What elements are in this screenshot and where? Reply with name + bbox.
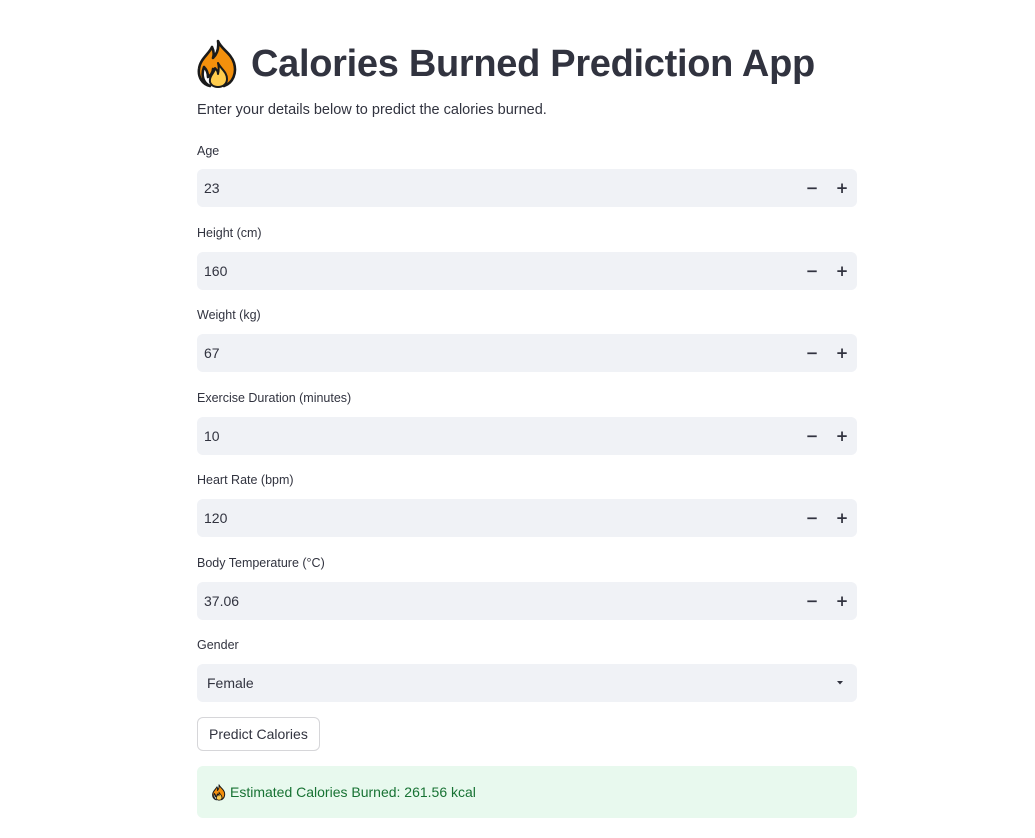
page-title: Calories Burned Prediction App: [197, 36, 815, 92]
result-text: Estimated Calories Burned: 261.56 kcal: [230, 784, 476, 800]
page-title-text: Calories Burned Prediction App: [251, 42, 815, 85]
heart-rate-input[interactable]: 120 − +: [197, 499, 857, 537]
weight-value[interactable]: 67: [197, 345, 797, 361]
height-input[interactable]: 160 − +: [197, 252, 857, 290]
body-temperature-decrement-button[interactable]: −: [797, 582, 827, 620]
heart-rate-increment-button[interactable]: +: [827, 499, 857, 537]
heart-rate-value[interactable]: 120: [197, 510, 797, 526]
age-label: Age: [197, 144, 220, 158]
result-alert: Estimated Calories Burned: 261.56 kcal: [197, 766, 857, 818]
age-input[interactable]: 23 − +: [197, 169, 857, 207]
duration-input[interactable]: 10 − +: [197, 417, 857, 455]
height-decrement-button[interactable]: −: [797, 252, 827, 290]
duration-increment-button[interactable]: +: [827, 417, 857, 455]
body-temperature-label: Body Temperature (°C): [197, 556, 325, 570]
weight-input[interactable]: 67 − +: [197, 334, 857, 372]
heart-rate-label: Heart Rate (bpm): [197, 473, 294, 487]
duration-value[interactable]: 10: [197, 428, 797, 444]
body-temperature-increment-button[interactable]: +: [827, 582, 857, 620]
caret-down-icon[interactable]: [823, 680, 857, 686]
heart-rate-decrement-button[interactable]: −: [797, 499, 827, 537]
duration-label: Exercise Duration (minutes): [197, 391, 352, 405]
fire-icon: [212, 783, 226, 801]
height-value[interactable]: 160: [197, 263, 797, 279]
fire-icon: [197, 39, 237, 88]
age-increment-button[interactable]: +: [827, 169, 857, 207]
body-temperature-value[interactable]: 37.06: [197, 593, 797, 609]
gender-select[interactable]: Female: [197, 664, 857, 702]
height-label: Height (cm): [197, 226, 262, 240]
gender-selected-value[interactable]: Female: [197, 675, 823, 691]
duration-decrement-button[interactable]: −: [797, 417, 827, 455]
weight-label: Weight (kg): [197, 308, 261, 322]
weight-decrement-button[interactable]: −: [797, 334, 827, 372]
age-decrement-button[interactable]: −: [797, 169, 827, 207]
intro-text: Enter your details below to predict the …: [197, 102, 547, 118]
body-temperature-input[interactable]: 37.06 − +: [197, 582, 857, 620]
weight-increment-button[interactable]: +: [827, 334, 857, 372]
age-value[interactable]: 23: [197, 180, 797, 196]
predict-calories-button[interactable]: Predict Calories: [197, 717, 320, 751]
gender-label: Gender: [197, 638, 239, 652]
height-increment-button[interactable]: +: [827, 252, 857, 290]
